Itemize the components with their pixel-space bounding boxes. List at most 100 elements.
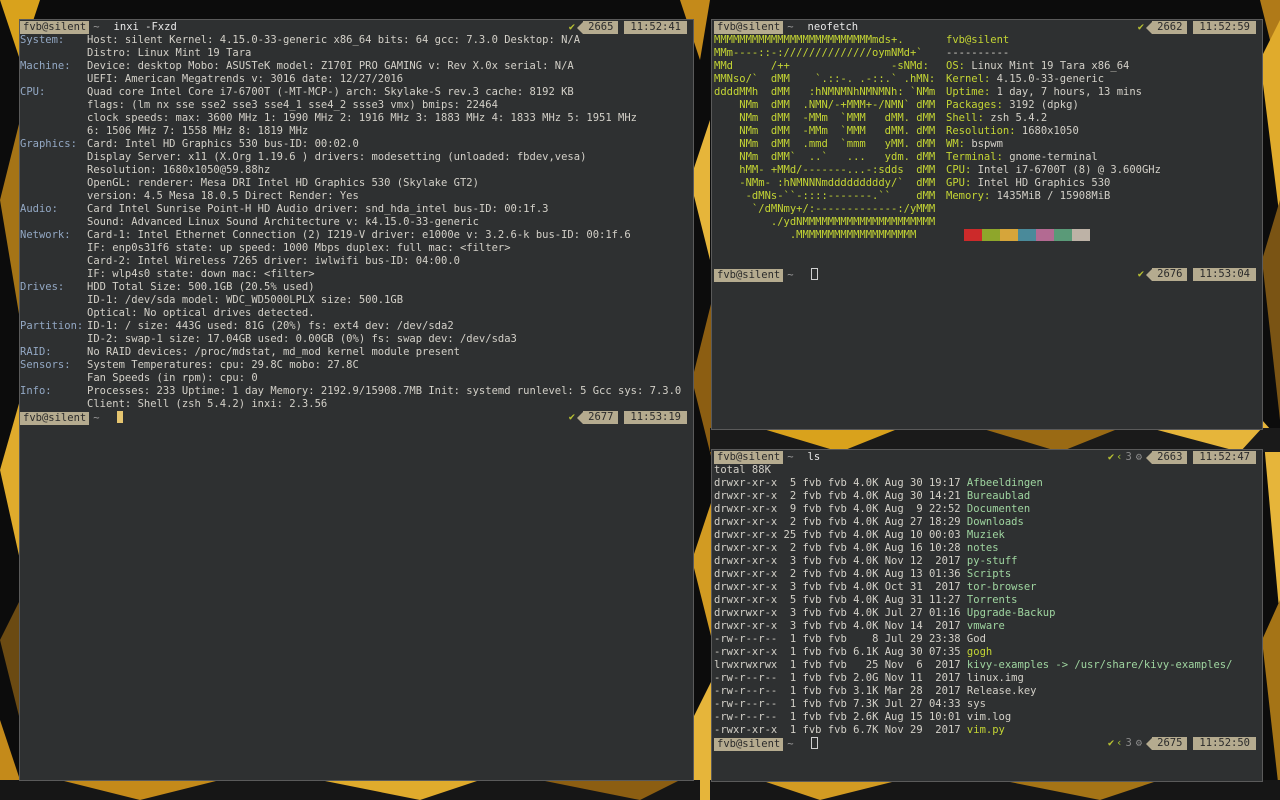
file-day: 13 xyxy=(910,568,929,580)
file-owner: fvb xyxy=(802,698,828,710)
info-row: Terminal: gnome-terminal xyxy=(946,151,1161,164)
file-row: drwxrwxr-x 3 fvb fvb 4.0K Jul 27 01:16 U… xyxy=(714,607,1262,620)
logo-line: NMm dMM .NMN/-+MMM+-/NMN` dMM xyxy=(714,99,936,111)
info-row: GPU: Intel HD Graphics 530 xyxy=(946,177,1161,190)
file-name[interactable]: sys xyxy=(967,698,986,710)
inxi-output: System: Host: silent Kernel: 4.15.0-33-ge… xyxy=(20,34,693,411)
file-month: Aug xyxy=(884,516,911,528)
inxi-line: Network: Card-1: Intel Ethernet Connectio… xyxy=(20,229,693,242)
file-name[interactable]: Upgrade-Backup xyxy=(967,607,1056,619)
inxi-section-label: Graphics: xyxy=(20,138,77,150)
file-row: -rw-r--r-- 1 fvb fvb 8 Jul 29 23:38 God xyxy=(714,633,1262,646)
file-links: 25 xyxy=(783,529,803,541)
text-cursor[interactable] xyxy=(116,411,123,423)
info-key: OS xyxy=(946,60,959,72)
neofetch-output: MMMMMMMMMMMMMMMMMMMMMMMMMmds+. MMm----::-… xyxy=(714,34,1262,242)
file-name[interactable]: vim.log xyxy=(967,711,1011,723)
prompt-dir: ~ xyxy=(787,738,794,750)
text-cursor[interactable] xyxy=(810,268,818,280)
file-row: drwxr-xr-x 5 fvb fvb 4.0K Aug 30 19:17 A… xyxy=(714,477,1262,490)
file-month: Aug xyxy=(884,529,911,541)
ls-terminal-window[interactable]: fvb@silent ~ ls ✔ ‹ 3 ⚙ 2663 11:52:47 total 88K… xyxy=(711,449,1263,782)
file-name[interactable]: linux.img xyxy=(967,672,1024,684)
prompt-dir: ~ xyxy=(787,451,794,463)
job-number: 2665 xyxy=(583,21,619,34)
file-name[interactable]: Downloads xyxy=(967,516,1024,528)
logo-line: MMm----::-://////////////oymNMd+` xyxy=(714,47,923,59)
file-perm: -rwxr-xr-x xyxy=(714,724,784,736)
info-separator: : xyxy=(958,60,972,72)
file-name[interactable]: Documenten xyxy=(967,503,1030,515)
right-prompt: ✔ 2676 11:53:04 xyxy=(1138,268,1256,281)
file-size: 4.0K xyxy=(853,516,885,528)
file-time: 00:03 xyxy=(928,529,967,541)
file-row: -rwxr-xr-x 1 fvb fvb 6.7K Nov 29 2017 vi… xyxy=(714,724,1262,737)
file-name[interactable]: Torrents xyxy=(967,594,1018,606)
file-day: 30 xyxy=(910,646,929,658)
file-size: 6.7K xyxy=(853,724,885,736)
logo-line: .MMMMMMMMMMMMMMMMMMM xyxy=(714,229,917,241)
file-name[interactable]: py-stuff xyxy=(967,555,1018,567)
file-day: 29 xyxy=(910,724,929,736)
file-owner: fvb xyxy=(802,529,828,541)
prompt-time: 11:52:50 xyxy=(1193,737,1256,750)
logo-line: NMm dMM .mmd `mmm yMM. dMM xyxy=(714,138,936,150)
ls-listing: drwxr-xr-x 5 fvb fvb 4.0K Aug 30 19:17 A… xyxy=(714,477,1262,737)
text-cursor[interactable] xyxy=(810,737,818,749)
info-row: OS: Linux Mint 19 Tara x86_64 xyxy=(946,60,1161,73)
inxi-value: UEFI: American Megatrends v: 3016 date: … xyxy=(87,73,404,85)
file-owner: fvb xyxy=(802,633,828,645)
file-time: 10:01 xyxy=(928,711,967,723)
inxi-section-label: Machine: xyxy=(20,60,71,72)
file-group: fvb xyxy=(827,542,854,554)
file-group: fvb xyxy=(827,581,854,593)
file-name[interactable]: gogh xyxy=(967,646,992,658)
file-owner: fvb xyxy=(802,477,828,489)
inxi-line: clock speeds: max: 3600 MHz 1: 1990 MHz … xyxy=(20,112,693,125)
file-time: 18:29 xyxy=(928,516,967,528)
file-name[interactable]: kivy-examples -> /usr/share/kivy-example… xyxy=(967,659,1233,671)
file-name[interactable]: vmware xyxy=(967,620,1005,632)
prompt-user: fvb@silent xyxy=(20,21,90,34)
file-name[interactable]: God xyxy=(967,633,986,645)
info-separator: : xyxy=(983,73,997,85)
logo-line: ddddMMh dMM :hNMNMNhNMNMNh: `NMm xyxy=(714,86,936,98)
file-perm: -rw-r--r-- xyxy=(714,672,784,684)
file-links: 2 xyxy=(783,490,803,502)
file-name[interactable]: Release.key xyxy=(967,685,1037,697)
inxi-value: Device: desktop Mobo: ASUSTeK model: Z17… xyxy=(87,60,574,72)
file-name[interactable]: Bureaublad xyxy=(967,490,1030,502)
file-owner: fvb xyxy=(802,620,828,632)
inxi-value: Resolution: 1680x1050@59.88hz xyxy=(87,164,271,176)
prompt-dir: ~ xyxy=(93,412,100,424)
info-key: GPU xyxy=(946,177,965,189)
prompt-dir: ~ xyxy=(787,269,794,281)
file-size: 4.0K xyxy=(853,490,885,502)
neofetch-terminal-window[interactable]: fvb@silent ~ neofetch ✔ 2662 11:52:59 MMMMMM… xyxy=(711,19,1263,430)
job-number: 2676 xyxy=(1152,268,1188,281)
file-month: Nov xyxy=(884,620,911,632)
file-group: fvb xyxy=(827,646,854,658)
file-name[interactable]: Muziek xyxy=(967,529,1005,541)
file-day: 15 xyxy=(910,711,929,723)
inxi-line: Fan Speeds (in rpm): cpu: 0 xyxy=(20,372,693,385)
file-name[interactable]: tor-browser xyxy=(967,581,1037,593)
file-time: 01:36 xyxy=(928,568,967,580)
inxi-line: CPU: Quad core Intel Core i7-6700T (-MT-M… xyxy=(20,86,693,99)
file-row: -rwxr-xr-x 1 fvb fvb 6.1K Aug 30 07:35 g… xyxy=(714,646,1262,659)
file-links: 3 xyxy=(783,607,803,619)
file-size: 2.6K xyxy=(853,711,885,723)
inxi-line: Resolution: 1680x1050@59.88hz xyxy=(20,164,693,177)
file-name[interactable]: Afbeeldingen xyxy=(967,477,1043,489)
info-separator: : xyxy=(964,164,978,176)
file-row: drwxr-xr-x 3 fvb fvb 4.0K Nov 14 2017 vm… xyxy=(714,620,1262,633)
file-name[interactable]: notes xyxy=(967,542,999,554)
ls-total: total 88K xyxy=(714,464,771,476)
file-name[interactable]: vim.py xyxy=(967,724,1005,736)
info-separator: : xyxy=(983,190,997,202)
inxi-terminal-window[interactable]: fvb@silent ~ inxi -Fxzd ✔ 2665 11:52:41 Syst… xyxy=(19,19,694,781)
file-month: Nov xyxy=(884,724,911,736)
file-name[interactable]: Scripts xyxy=(967,568,1011,580)
check-icon: ✔ xyxy=(568,411,576,423)
chevron-left-icon: ‹ xyxy=(1116,451,1123,463)
